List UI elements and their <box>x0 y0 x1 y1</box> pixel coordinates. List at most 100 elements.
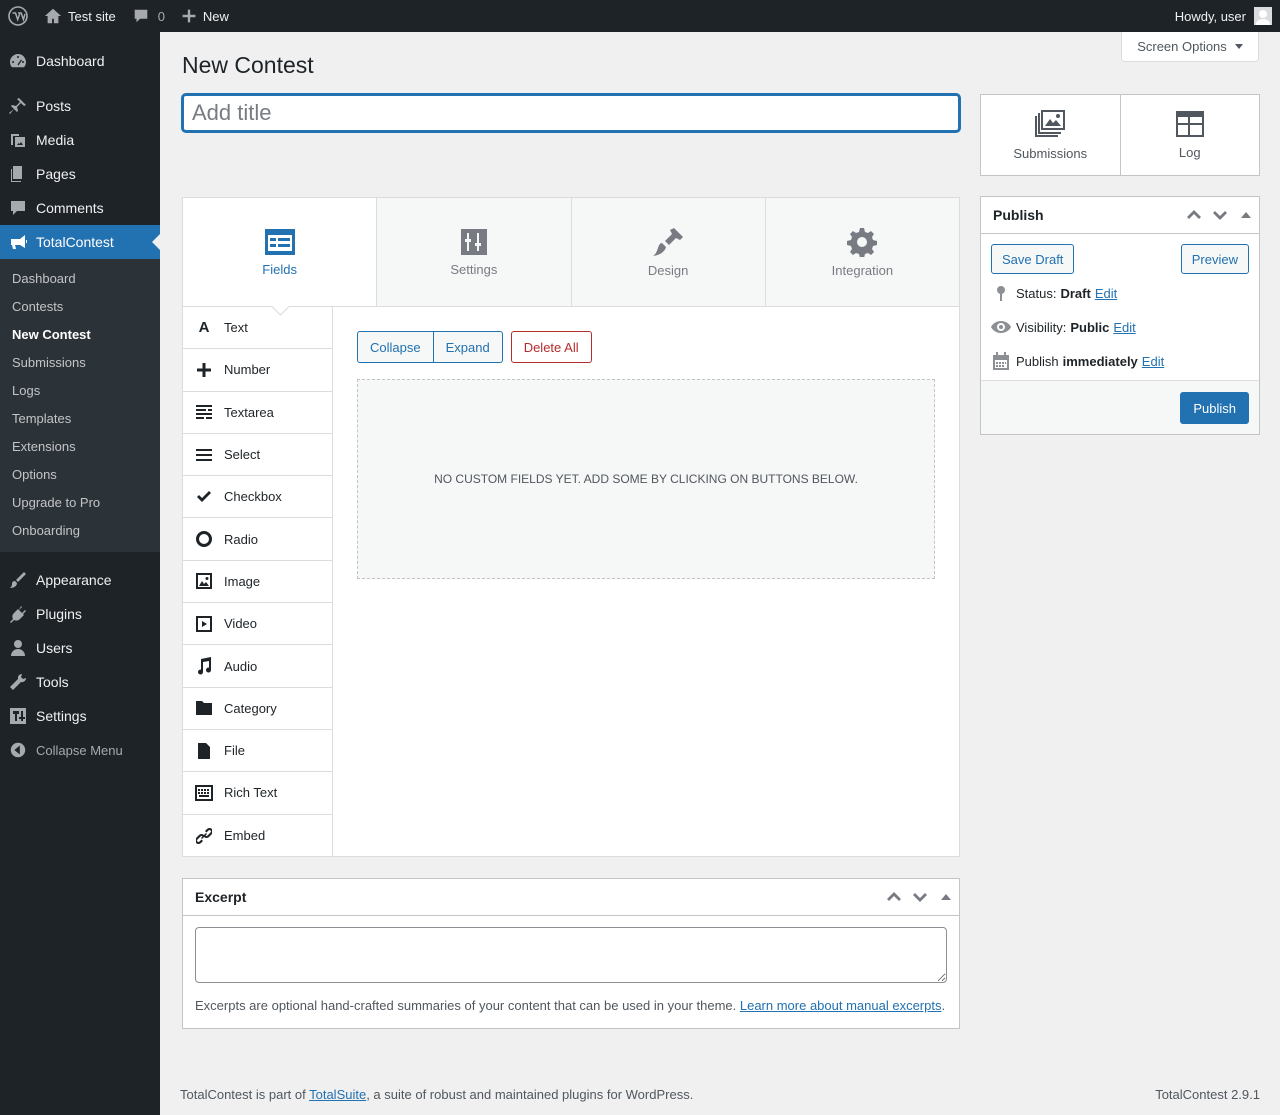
site-name-link[interactable]: Test site <box>36 0 124 32</box>
field-type-rich-text[interactable]: Rich Text <box>183 772 332 815</box>
empty-fields-message: No custom fields yet. Add some by clicki… <box>357 379 935 579</box>
excerpt-learn-more-link[interactable]: Learn more about manual excerpts <box>740 998 942 1013</box>
log-button[interactable]: Log <box>1121 95 1260 175</box>
field-type-label: Checkbox <box>224 489 282 505</box>
tab-settings[interactable]: Settings <box>377 198 572 306</box>
field-type-label: Rich Text <box>224 785 278 801</box>
submenu-onboarding[interactable]: Onboarding <box>0 517 160 545</box>
menu-comments[interactable]: Comments <box>0 191 160 225</box>
menu-media[interactable]: Media <box>0 123 160 157</box>
tab-integration[interactable]: Integration <box>766 198 959 306</box>
wordpress-logo-icon[interactable] <box>0 0 36 32</box>
move-up-button[interactable] <box>881 879 907 915</box>
submenu-submissions[interactable]: Submissions <box>0 349 160 377</box>
edit-status-link[interactable]: Edit <box>1095 286 1117 301</box>
screen-options-label: Screen Options <box>1137 39 1227 54</box>
folder-icon <box>195 699 213 717</box>
field-type-label: Image <box>224 573 261 589</box>
menu-appearance[interactable]: Appearance <box>0 563 160 597</box>
move-down-button[interactable] <box>1207 197 1233 233</box>
edit-publish-date-link[interactable]: Edit <box>1142 354 1164 369</box>
field-types-list: A Text Number Textarea Select Checkbox Ra… <box>183 307 333 857</box>
menu-pages[interactable]: Pages <box>0 157 160 191</box>
menu-dashboard[interactable]: Dashboard <box>0 44 160 78</box>
field-type-radio[interactable]: Radio <box>183 518 332 561</box>
field-type-number[interactable]: Number <box>183 349 332 392</box>
greeting: Howdy, user <box>1174 8 1246 24</box>
field-type-audio[interactable]: Audio <box>183 645 332 688</box>
comments-link[interactable]: 0 <box>124 0 173 32</box>
collapse-menu-button[interactable]: Collapse Menu <box>0 733 160 767</box>
preview-button[interactable]: Preview <box>1180 244 1249 274</box>
avatar <box>1254 7 1272 25</box>
menu-plugins[interactable]: Plugins <box>0 597 160 631</box>
menu-posts[interactable]: Posts <box>0 89 160 123</box>
toggle-panel-button[interactable] <box>933 879 959 915</box>
submenu-upgrade[interactable]: Upgrade to Pro <box>0 489 160 517</box>
calendar-icon <box>991 352 1011 370</box>
new-label: New <box>202 8 229 24</box>
tab-fields[interactable]: Fields <box>183 198 378 306</box>
menu-tools[interactable]: Tools <box>0 665 160 699</box>
image-icon <box>195 572 213 590</box>
submenu-templates[interactable]: Templates <box>0 405 160 433</box>
field-type-file[interactable]: File <box>183 730 332 773</box>
submenu-options[interactable]: Options <box>0 461 160 489</box>
menu-users[interactable]: Users <box>0 631 160 665</box>
publish-button[interactable]: Publish <box>1180 392 1249 424</box>
field-type-label: Category <box>224 700 277 716</box>
footer-text-before: TotalContest is part of <box>180 1087 310 1102</box>
gear-icon <box>847 227 878 257</box>
toggle-panel-button[interactable] <box>1233 197 1259 233</box>
submenu-extensions[interactable]: Extensions <box>0 433 160 461</box>
postbox-controls <box>1181 197 1259 233</box>
tab-design[interactable]: Design <box>572 198 766 306</box>
totalcontest-submenu: Dashboard Contests New Contest Submissio… <box>0 259 160 552</box>
edit-visibility-link[interactable]: Edit <box>1113 320 1135 335</box>
excerpt-textarea[interactable] <box>195 927 947 983</box>
comments-icon <box>11 201 25 215</box>
screen-options-button[interactable]: Screen Options <box>1121 32 1259 62</box>
move-down-button[interactable] <box>907 879 933 915</box>
menu-label: TotalContest <box>36 234 114 250</box>
field-type-checkbox[interactable]: Checkbox <box>183 476 332 519</box>
status-row: Status: Draft Edit <box>981 276 1259 310</box>
field-type-embed[interactable]: Embed <box>183 815 332 857</box>
menu-lines-icon <box>195 446 213 464</box>
pin-icon <box>9 98 26 114</box>
new-content-link[interactable]: New <box>173 0 237 32</box>
excerpt-header: Excerpt <box>183 879 959 916</box>
expand-button[interactable]: Expand <box>433 331 503 363</box>
title-input[interactable] <box>182 94 960 132</box>
field-type-textarea[interactable]: Textarea <box>183 392 332 434</box>
save-draft-button[interactable]: Save Draft <box>991 244 1075 274</box>
images-stack-icon <box>1035 109 1066 137</box>
collapse-button[interactable]: Collapse <box>357 331 434 363</box>
totalsuite-link[interactable]: TotalSuite <box>309 1087 366 1102</box>
my-account[interactable]: Howdy, user <box>1175 7 1280 25</box>
plus-icon <box>195 361 213 379</box>
field-type-label: Textarea <box>224 404 274 420</box>
submenu-new-contest[interactable]: New Contest <box>0 321 160 349</box>
move-up-button[interactable] <box>1181 197 1207 233</box>
delete-all-button[interactable]: Delete All <box>510 331 592 363</box>
fields-form-icon <box>264 228 295 255</box>
builder-tabs: Fields Settings Design Integration <box>183 198 959 307</box>
collapse-label: Collapse Menu <box>36 742 123 758</box>
submenu-logs[interactable]: Logs <box>0 377 160 405</box>
submenu-contests[interactable]: Contests <box>0 293 160 321</box>
menu-totalcontest[interactable]: TotalContest <box>0 225 160 259</box>
menu-label: Dashboard <box>36 53 105 69</box>
submissions-button[interactable]: Submissions <box>981 95 1121 175</box>
menu-label: Media <box>36 132 75 148</box>
field-type-image[interactable]: Image <box>183 561 332 604</box>
menu-settings[interactable]: Settings <box>0 699 160 733</box>
builder-actions: Collapse Expand Delete All <box>357 331 592 363</box>
field-type-text[interactable]: A Text <box>183 307 332 350</box>
media-icon <box>11 134 25 147</box>
submenu-dashboard[interactable]: Dashboard <box>0 265 160 293</box>
field-type-video[interactable]: Video <box>183 603 332 646</box>
menu-label: Appearance <box>36 572 112 588</box>
field-type-category[interactable]: Category <box>183 688 332 730</box>
field-type-select[interactable]: Select <box>183 434 332 477</box>
